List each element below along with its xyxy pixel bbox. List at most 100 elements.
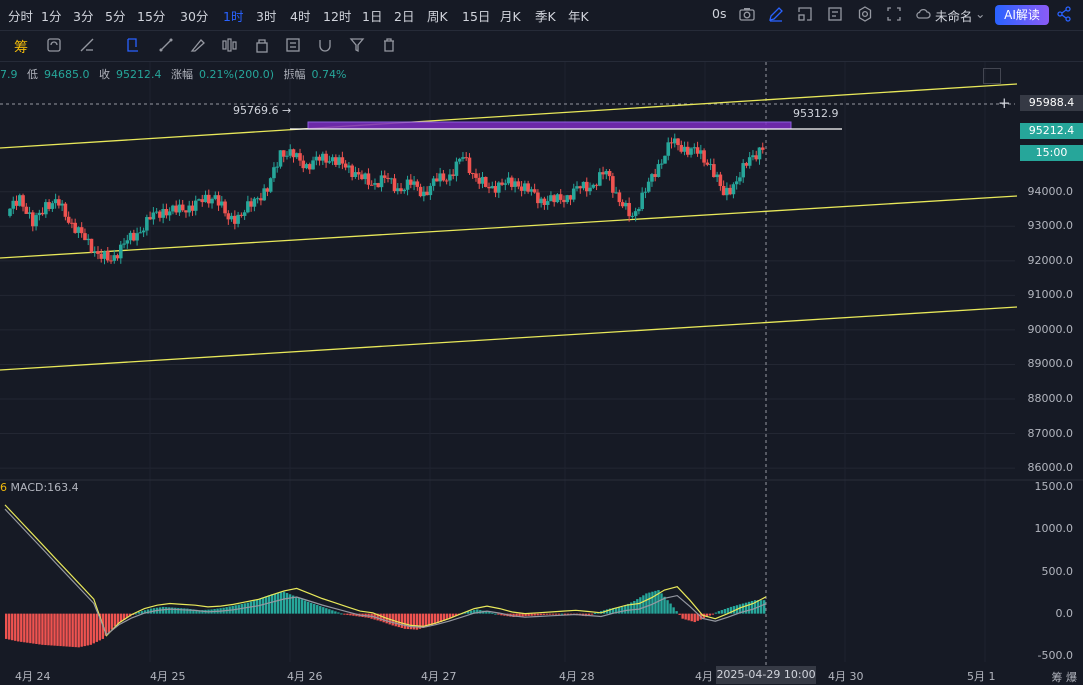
macd-bar-7-2 — [95, 613, 98, 642]
magnet-icon[interactable] — [316, 36, 334, 54]
candle-body-2 — [14, 200, 19, 206]
candle-body-206 — [679, 145, 684, 152]
macd-bar-27-3 — [340, 613, 343, 615]
gear-icon[interactable] — [856, 5, 874, 23]
macd-bar-9-0 — [113, 613, 117, 627]
pencil-icon[interactable] — [767, 5, 785, 23]
macd-bar-52-0 — [633, 601, 636, 614]
candle-body-172 — [568, 195, 573, 200]
timeframe-6[interactable]: 1时 — [223, 6, 243, 25]
candle-body-157 — [519, 186, 524, 191]
candle-body-210 — [692, 147, 697, 149]
channel-lower — [0, 306, 1018, 371]
resize-icon[interactable] — [983, 68, 1001, 84]
crosshair-time-box: 2025-04-29 10:00 — [716, 666, 816, 684]
chip-logo[interactable]: 筹 — [14, 37, 28, 57]
timeframe-12[interactable]: 周K — [427, 6, 448, 25]
candle-body-85 — [285, 155, 289, 157]
candle-body-155 — [513, 181, 517, 187]
candle-body-54 — [184, 210, 188, 213]
macd-bar-48-2 — [590, 613, 594, 615]
candle-body-39 — [135, 233, 139, 241]
timeframe-16[interactable]: 年K — [568, 6, 589, 25]
candle-body-194 — [640, 192, 644, 210]
candle-body-207 — [682, 146, 687, 152]
candle-body-72 — [242, 212, 247, 216]
candle-body-101 — [337, 157, 341, 165]
timeframe-1[interactable]: 1分 — [41, 6, 61, 25]
bottom-right-tools[interactable]: 筹 爆 — [1052, 669, 1078, 685]
plus-icon[interactable]: + — [998, 94, 1011, 112]
macd-bar-44-2 — [542, 613, 545, 615]
macd-bar-52-1 — [636, 599, 639, 614]
timeframe-9[interactable]: 12时 — [323, 6, 351, 25]
timeframe-7[interactable]: 3时 — [256, 6, 276, 25]
macd-bar-14-2 — [180, 608, 183, 614]
indicator-icon[interactable] — [826, 5, 844, 23]
sync-icon[interactable] — [45, 36, 63, 54]
candle-body-216 — [712, 164, 716, 178]
note-icon[interactable] — [284, 36, 302, 54]
timeframe-4[interactable]: 15分 — [137, 6, 165, 25]
timeframe-2[interactable]: 3分 — [73, 6, 93, 25]
macd-bar-33-0 — [403, 613, 407, 629]
candle-body-153 — [506, 177, 511, 184]
timeframe-0[interactable]: 分时 — [8, 6, 33, 25]
lock-icon[interactable] — [253, 36, 271, 54]
candle-body-24 — [86, 238, 91, 241]
candle-body-185 — [611, 176, 615, 193]
candle-body-4 — [21, 195, 25, 207]
candle-body-175 — [578, 186, 583, 189]
candle-body-131 — [435, 178, 439, 182]
macd-bar-5-0 — [65, 613, 68, 647]
chevron-down-icon[interactable]: ⌄ — [975, 6, 985, 21]
candle-body-225 — [741, 163, 745, 178]
candle-body-20 — [73, 222, 77, 233]
macd-bar-26-3 — [328, 609, 331, 614]
x-tick-3: 4月 27 — [421, 670, 457, 683]
share-icon[interactable] — [1055, 5, 1073, 23]
macd-bar-2-2 — [35, 613, 38, 644]
trendline-icon[interactable] — [157, 36, 175, 54]
pattern-icon[interactable] — [220, 36, 238, 54]
expand-icon[interactable] — [796, 5, 814, 23]
candle-body-110 — [366, 173, 371, 185]
brush-icon[interactable] — [189, 36, 207, 54]
candle-body-99 — [330, 157, 335, 162]
candle-body-81 — [272, 167, 276, 179]
camera-icon[interactable] — [738, 5, 756, 23]
candle-body-199 — [656, 164, 661, 177]
candle-body-118 — [392, 178, 397, 192]
timeframe-10[interactable]: 1日 — [362, 6, 382, 25]
y-tick-8: 88000.0 — [1027, 392, 1074, 405]
macd-bar-58-1 — [708, 613, 712, 616]
fullscreen-icon[interactable] — [885, 5, 903, 23]
macd-bar-32-3 — [400, 613, 403, 628]
candle-body-125 — [415, 181, 420, 187]
macd-bar-7-1 — [92, 613, 95, 644]
price-chart[interactable] — [0, 62, 1083, 685]
ruler-off-icon[interactable] — [78, 36, 96, 54]
candle-body-184 — [607, 171, 612, 177]
layout-name[interactable]: 未命名 — [935, 6, 973, 25]
timeframe-13[interactable]: 15日 — [462, 6, 490, 25]
candle-body-117 — [389, 178, 394, 180]
countdown-box: 15:00 — [1020, 145, 1083, 161]
timeframe-15[interactable]: 季K — [535, 6, 556, 25]
timeframe-8[interactable]: 4时 — [290, 6, 310, 25]
cursor-icon[interactable] — [124, 36, 142, 54]
candle-body-111 — [369, 184, 374, 186]
candle-body-79 — [265, 188, 270, 192]
timeframe-14[interactable]: 月K — [500, 6, 521, 25]
filter-icon[interactable] — [348, 36, 366, 54]
trash-icon[interactable] — [380, 36, 398, 54]
candle-body-120 — [399, 188, 403, 192]
macd-bar-22-1 — [273, 593, 277, 614]
timeframe-5[interactable]: 30分 — [180, 6, 208, 25]
x-tick-4: 4月 28 — [559, 670, 595, 683]
ai-analysis-button[interactable]: AI解读 — [995, 5, 1049, 25]
timeframe-3[interactable]: 5分 — [105, 6, 125, 25]
macd-bar-56-0 — [681, 613, 684, 619]
timeframe-11[interactable]: 2日 — [394, 6, 414, 25]
candle-body-231 — [760, 147, 765, 150]
